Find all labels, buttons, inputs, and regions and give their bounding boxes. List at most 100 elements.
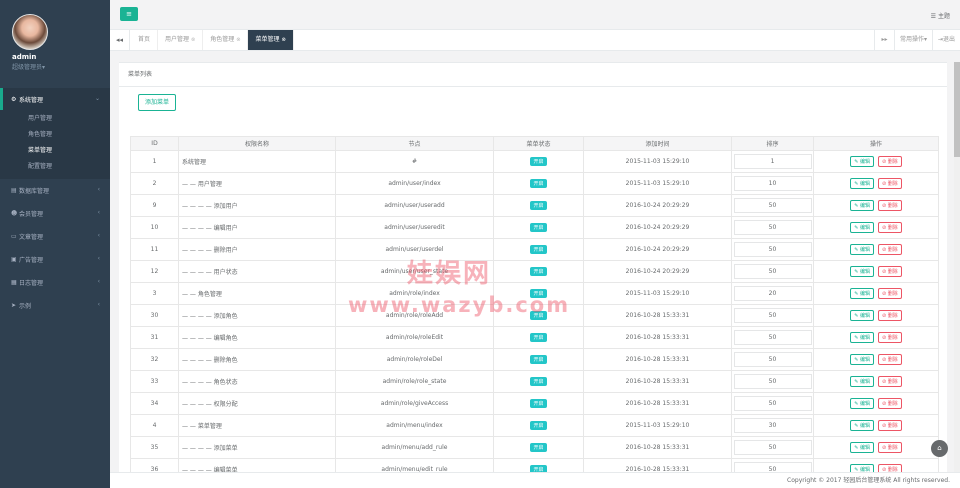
- tab-actions: ▸▸ 常用操作▾ ⇥退出: [873, 30, 960, 50]
- cell-time: 2016-10-28 15:33:31: [583, 304, 732, 327]
- status-badge[interactable]: 开启: [530, 355, 547, 364]
- sidebar-item-2[interactable]: ☻ 会员管理 ‹: [0, 202, 110, 225]
- status-badge[interactable]: 开启: [530, 245, 547, 254]
- delete-button[interactable]: ⊘ 删除: [878, 266, 902, 277]
- chevron-icon: ‹: [97, 255, 100, 262]
- sort-input[interactable]: 50: [733, 242, 812, 257]
- edit-button[interactable]: ✎ 编辑: [850, 156, 874, 167]
- delete-button[interactable]: ⊘ 删除: [878, 222, 902, 233]
- sort-input[interactable]: 30: [733, 418, 812, 433]
- delete-button[interactable]: ⊘ 删除: [878, 420, 902, 431]
- edit-button[interactable]: ✎ 编辑: [850, 464, 874, 472]
- sort-input[interactable]: 50: [733, 396, 812, 411]
- sidebar-item-label: 数据库管理: [19, 188, 50, 195]
- close-icon[interactable]: ⊗: [191, 37, 195, 43]
- edit-button[interactable]: ✎ 编辑: [850, 222, 874, 233]
- tab-3[interactable]: 菜单管理 ⊗: [248, 30, 294, 50]
- delete-button[interactable]: ⊘ 删除: [878, 376, 902, 387]
- cell-sort: 50: [731, 216, 814, 239]
- delete-button[interactable]: ⊘ 删除: [878, 398, 902, 409]
- delete-button[interactable]: ⊘ 删除: [878, 354, 902, 365]
- status-badge[interactable]: 开启: [530, 223, 547, 232]
- close-icon[interactable]: ⊗: [236, 37, 240, 43]
- menu-toggle-button[interactable]: ≡: [120, 7, 138, 21]
- profile-role-dropdown[interactable]: 超级管理员▾: [12, 62, 110, 71]
- status-badge[interactable]: 开启: [530, 201, 547, 210]
- close-icon[interactable]: ⊗: [281, 37, 285, 43]
- status-badge[interactable]: 开启: [530, 399, 547, 408]
- status-badge[interactable]: 开启: [530, 377, 547, 386]
- sort-input[interactable]: 50: [733, 462, 812, 472]
- sort-input[interactable]: 50: [733, 308, 812, 323]
- sort-input[interactable]: 50: [733, 198, 812, 213]
- cell-status: 开启: [493, 326, 584, 349]
- status-badge[interactable]: 开启: [530, 267, 547, 276]
- sidebar-item-1[interactable]: ▤ 数据库管理 ‹: [0, 179, 110, 202]
- tab-scroll-right-button[interactable]: ▸▸: [873, 30, 894, 50]
- tab-0[interactable]: 首页: [131, 30, 159, 50]
- edit-button[interactable]: ✎ 编辑: [850, 442, 874, 453]
- delete-button[interactable]: ⊘ 删除: [878, 332, 902, 343]
- delete-button[interactable]: ⊘ 删除: [878, 200, 902, 211]
- sidebar-item-3[interactable]: ▭ 文章管理 ‹: [0, 225, 110, 248]
- edit-button[interactable]: ✎ 编辑: [850, 266, 874, 277]
- cell-name: — — — — 添加菜单: [178, 436, 336, 459]
- sidebar-subitem[interactable]: 角色管理: [0, 127, 110, 143]
- edit-button[interactable]: ✎ 编辑: [850, 420, 874, 431]
- edit-button[interactable]: ✎ 编辑: [850, 244, 874, 255]
- edit-button[interactable]: ✎ 编辑: [850, 398, 874, 409]
- status-badge[interactable]: 开启: [530, 333, 547, 342]
- common-ops-dropdown[interactable]: 常用操作▾: [893, 30, 932, 50]
- delete-button[interactable]: ⊘ 删除: [878, 178, 902, 189]
- edit-button[interactable]: ✎ 编辑: [850, 200, 874, 211]
- sort-input[interactable]: 20: [733, 286, 812, 301]
- status-badge[interactable]: 开启: [530, 443, 547, 452]
- status-badge[interactable]: 开启: [530, 157, 547, 166]
- table-header-cell: 权限名称: [178, 136, 336, 151]
- edit-button[interactable]: ✎ 编辑: [850, 332, 874, 343]
- table-row: 1 系统管理 # 开启 2015-11-03 15:29:10 1 ✎ 编辑 ⊘ 删除: [130, 150, 939, 173]
- cell-time: 2016-10-28 15:33:31: [583, 326, 732, 349]
- status-badge[interactable]: 开启: [530, 179, 547, 188]
- sort-input[interactable]: 50: [733, 352, 812, 367]
- add-menu-button[interactable]: 添加菜单: [138, 94, 177, 111]
- sidebar-item-4[interactable]: ▣ 广告管理 ‹: [0, 248, 110, 271]
- home-button[interactable]: ⌂: [931, 440, 948, 457]
- sidebar-subitem[interactable]: 用户管理: [0, 111, 110, 127]
- delete-button[interactable]: ⊘ 删除: [878, 156, 902, 167]
- tab-2[interactable]: 角色管理 ⊗: [203, 30, 249, 50]
- sidebar-subitem[interactable]: 配置管理: [0, 159, 110, 175]
- table-row: 11— — — — 删除用户 admin/user/userdel 开启 2016-1…: [130, 238, 939, 261]
- logout-button[interactable]: ⇥退出: [931, 30, 960, 50]
- sort-input[interactable]: 50: [733, 220, 812, 235]
- edit-button[interactable]: ✎ 编辑: [850, 178, 874, 189]
- sort-input[interactable]: 1: [733, 154, 812, 169]
- edit-button[interactable]: ✎ 编辑: [850, 376, 874, 387]
- edit-button[interactable]: ✎ 编辑: [850, 310, 874, 321]
- theme-button[interactable]: ☰ 主题: [931, 11, 950, 20]
- sort-input[interactable]: 50: [733, 440, 812, 455]
- avatar[interactable]: [12, 14, 48, 50]
- sidebar-item-6[interactable]: ➤ 示例 ‹: [0, 294, 110, 317]
- cell-id: 31: [130, 326, 179, 349]
- status-badge[interactable]: 开启: [530, 465, 547, 472]
- cell-name: — — — — 编辑角色: [178, 326, 336, 349]
- status-badge[interactable]: 开启: [530, 421, 547, 430]
- edit-button[interactable]: ✎ 编辑: [850, 354, 874, 365]
- delete-button[interactable]: ⊘ 删除: [878, 244, 902, 255]
- delete-button[interactable]: ⊘ 删除: [878, 464, 902, 472]
- delete-button[interactable]: ⊘ 删除: [878, 442, 902, 453]
- tab-1[interactable]: 用户管理 ⊗: [158, 30, 204, 50]
- sort-input[interactable]: 50: [733, 264, 812, 279]
- delete-button[interactable]: ⊘ 删除: [878, 288, 902, 299]
- edit-button[interactable]: ✎ 编辑: [850, 288, 874, 299]
- tab-scroll-left-button[interactable]: ◂◂: [110, 30, 130, 50]
- sort-input[interactable]: 10: [733, 176, 812, 191]
- sidebar-item-5[interactable]: ▦ 日志管理 ‹: [0, 271, 110, 294]
- sidebar-subitem[interactable]: 菜单管理: [0, 143, 110, 159]
- scrollbar-thumb[interactable]: [954, 62, 960, 157]
- sidebar-item-0[interactable]: ⚙ 系统管理 ⌄: [0, 88, 110, 110]
- sort-input[interactable]: 50: [733, 330, 812, 345]
- sort-input[interactable]: 50: [733, 374, 812, 389]
- delete-button[interactable]: ⊘ 删除: [878, 310, 902, 321]
